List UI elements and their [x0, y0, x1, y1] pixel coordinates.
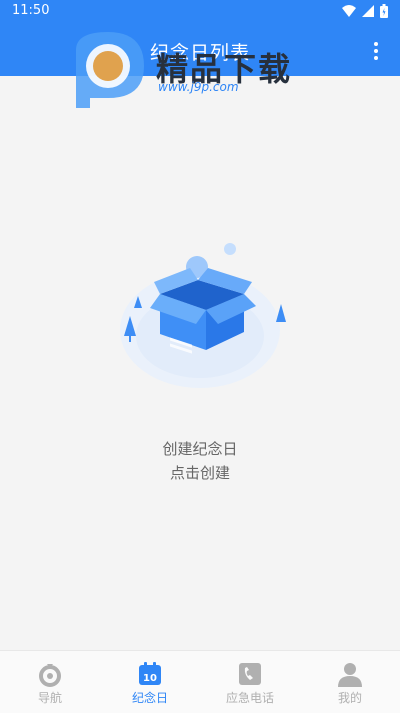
nav-label-navigation: 导航 [37, 691, 62, 705]
watermark-logo [76, 32, 144, 108]
wifi-icon [342, 5, 356, 17]
phone-icon [239, 663, 261, 685]
status-time: 11:50 [12, 3, 50, 18]
signal-icon [362, 5, 374, 17]
calendar-icon: 10 [139, 662, 161, 685]
bottom-nav: 导航 10 纪念日 应急电话 我的 [0, 650, 400, 713]
person-icon [338, 663, 362, 687]
status-bar: 11:50 [0, 0, 400, 24]
svg-text:10: 10 [143, 673, 157, 684]
empty-box-illustration [110, 238, 290, 398]
create-hint[interactable]: 点击创建 [0, 462, 400, 483]
nav-item-navigation[interactable]: 导航 [0, 651, 100, 713]
nav-label-me: 我的 [337, 691, 362, 705]
nav-item-anniversary[interactable]: 10 纪念日 [100, 651, 200, 713]
nav-item-me[interactable]: 我的 [300, 651, 400, 713]
nav-item-emergency-phone[interactable]: 应急电话 [200, 651, 300, 713]
nav-label-anniversary: 纪念日 [131, 691, 168, 705]
empty-state-title: 创建纪念日 [162, 440, 238, 458]
status-icons [342, 4, 388, 18]
watermark: 精品下载 www.j9p.com [68, 28, 328, 110]
battery-icon [380, 4, 388, 18]
watermark-url: www.j9p.com [158, 80, 239, 94]
compass-icon [39, 664, 61, 687]
nav-label-emergency-phone: 应急电话 [225, 691, 274, 705]
more-options-button[interactable] [368, 40, 384, 62]
